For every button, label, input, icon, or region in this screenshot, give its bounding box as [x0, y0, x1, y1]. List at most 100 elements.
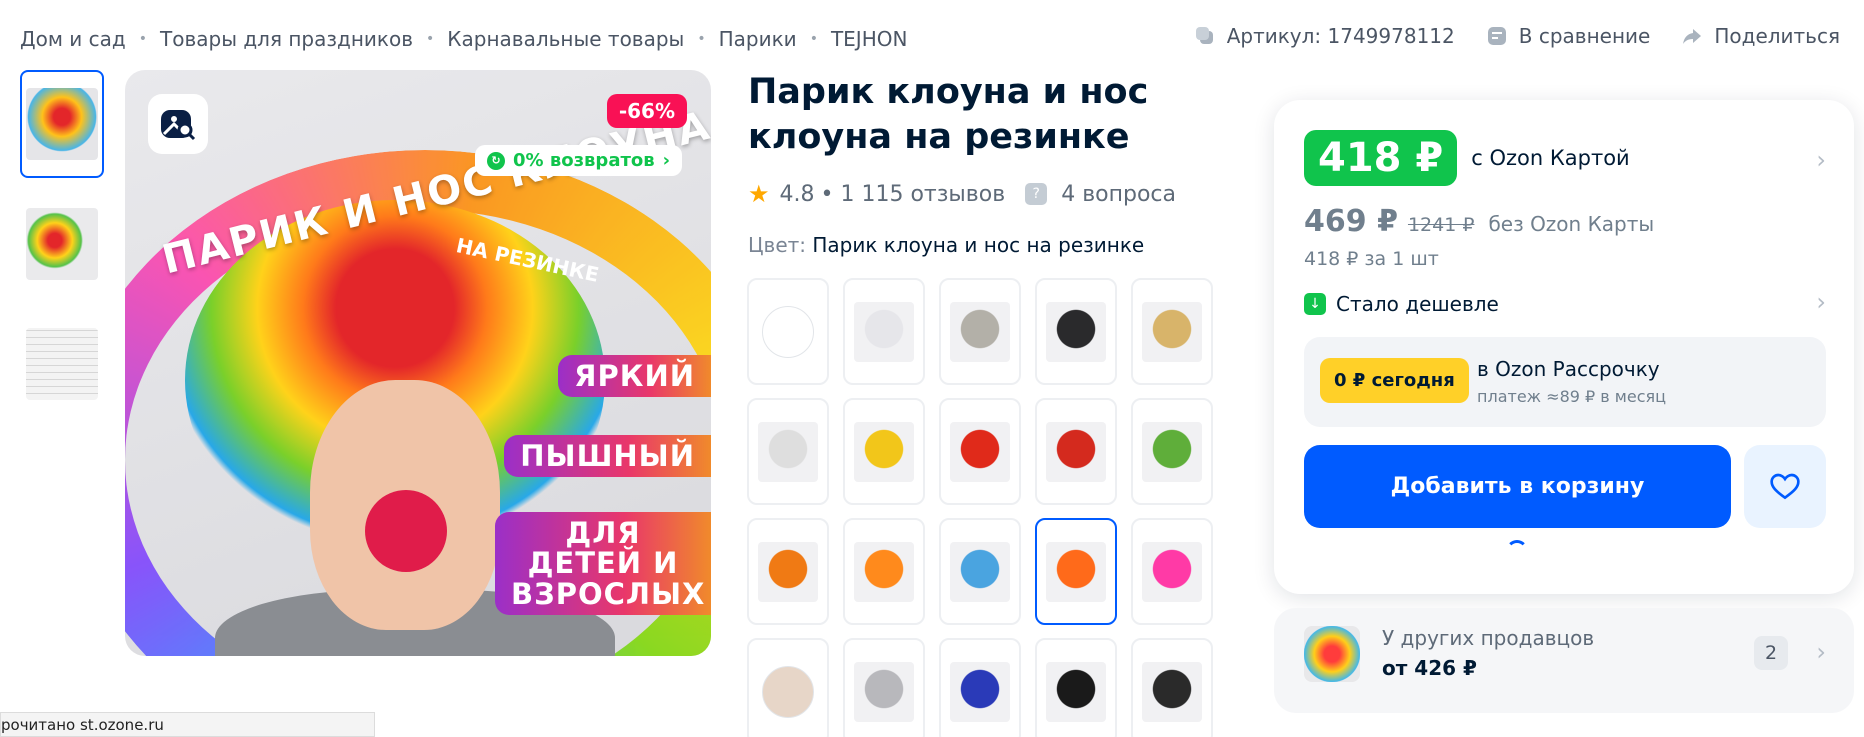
variant-image	[1046, 661, 1106, 722]
image-search-icon	[161, 110, 196, 141]
question-icon: ?	[1025, 183, 1048, 205]
returns-label: 0% возвратов	[513, 150, 655, 171]
price-without-card-row: 469 ₽ 1241 ₽ без Ozon Карты	[1304, 204, 1654, 239]
image-search-button[interactable]	[148, 94, 208, 154]
add-to-cart-button[interactable]: Добавить в корзину	[1304, 445, 1731, 528]
reviews-link[interactable]: • 1 115 отзывов	[821, 182, 1006, 207]
other-sellers[interactable]: У других продавцов от 426 ₽ 2 ›	[1274, 608, 1854, 713]
variant-color-circle	[762, 665, 814, 718]
main-product-image[interactable]: ПАРИК И НОС КЛОУНА НА РЕЗИНКЕ -66% ↻ 0% …	[125, 70, 711, 656]
compare-button[interactable]: В сравнение	[1485, 24, 1650, 48]
variant-swatch[interactable]	[1035, 398, 1117, 505]
questions-link[interactable]: 4 вопроса	[1061, 182, 1176, 207]
thumbnail-image	[26, 328, 98, 400]
variant-image	[950, 541, 1010, 602]
thumbnail-3[interactable]	[20, 310, 104, 418]
chevron-right-icon[interactable]: ›	[1816, 146, 1826, 174]
variant-swatch[interactable]	[747, 278, 829, 385]
installment-monthly: платеж ≈89 ₽ в месяц	[1477, 387, 1667, 406]
variant-swatch[interactable]	[843, 518, 925, 625]
variant-swatch[interactable]	[843, 398, 925, 505]
breadcrumb-separator: •	[697, 31, 706, 47]
price-drop-notice[interactable]: ↓ Стало дешевле	[1304, 292, 1499, 316]
clown-nose-graphic	[365, 490, 447, 572]
variant-swatch[interactable]	[843, 278, 925, 385]
variant-image	[758, 421, 818, 482]
variant-swatch[interactable]	[1131, 518, 1213, 625]
price-with-card: 418 ₽	[1304, 130, 1458, 186]
rating-row: ★ 4.8 • 1 115 отзывов ? 4 вопроса	[748, 180, 1176, 208]
installment-title: в Ozon Рассрочку	[1477, 357, 1660, 381]
price-with-card-label: с Ozon Картой	[1471, 146, 1630, 170]
variant-swatch[interactable]	[1035, 278, 1117, 385]
breadcrumb-item[interactable]: Товары для праздников	[160, 27, 413, 51]
discount-badge: -66%	[606, 94, 687, 128]
share-icon	[1683, 29, 1702, 44]
other-sellers-count: 2	[1754, 636, 1788, 670]
favorite-button[interactable]	[1744, 445, 1826, 528]
variant-swatch[interactable]	[939, 518, 1021, 625]
variant-grid	[747, 278, 1213, 737]
returns-badge[interactable]: ↻ 0% возвратов ›	[475, 145, 683, 176]
installment-offer[interactable]: 0 ₽ сегодня в Ozon Рассрочку платеж ≈89 …	[1304, 337, 1826, 427]
price-per-unit: 418 ₽ за 1 шт	[1304, 248, 1439, 270]
article-label: Артикул: 1749978112	[1226, 24, 1455, 48]
price-original: 1241 ₽	[1407, 214, 1475, 236]
chevron-right-icon[interactable]: ›	[1816, 288, 1826, 316]
thumbnail-image	[26, 88, 98, 160]
heart-icon	[1770, 473, 1800, 499]
variant-swatch[interactable]	[1131, 638, 1213, 737]
product-title: Парик клоуна и нос клоуна на резинке	[748, 72, 1149, 157]
variant-swatch[interactable]	[939, 398, 1021, 505]
breadcrumb-separator: •	[138, 31, 148, 47]
chevron-right-icon: ›	[1816, 638, 1826, 666]
chevron-right-icon: ›	[662, 150, 671, 171]
buy-panel: 418 ₽ с Ozon Картой › 469 ₽ 1241 ₽ без O…	[1274, 100, 1854, 594]
star-icon: ★	[748, 180, 770, 208]
ozon-card-price[interactable]: 418 ₽ с Ozon Картой	[1304, 130, 1630, 186]
thumbnail-1[interactable]	[20, 70, 104, 178]
breadcrumb-item[interactable]: Парики	[719, 27, 797, 51]
variant-image	[854, 541, 914, 602]
breadcrumb-item-brand[interactable]: TEJHON	[831, 27, 908, 51]
other-sellers-price: от 426 ₽	[1382, 656, 1477, 680]
variant-image	[1046, 301, 1106, 362]
other-sellers-thumbnail	[1304, 626, 1360, 682]
breadcrumb-separator: •	[426, 31, 435, 47]
breadcrumb-item[interactable]: Карнавальные товары	[447, 27, 684, 51]
other-sellers-label: У других продавцов	[1382, 626, 1595, 650]
variant-swatch[interactable]	[939, 638, 1021, 737]
variant-swatch[interactable]	[1131, 398, 1213, 505]
variant-swatch[interactable]	[747, 518, 829, 625]
color-selection: Цвет: Парик клоуна и нос на резинке	[748, 233, 1144, 257]
refresh-icon: ↻	[487, 151, 505, 170]
variant-image	[854, 301, 914, 362]
image-tag-fluffy: ПЫШНЫЙ	[504, 435, 711, 478]
loading-spinner	[1506, 540, 1528, 562]
price-drop-label: Стало дешевле	[1336, 292, 1499, 316]
variant-image	[854, 421, 914, 482]
image-tag-audience: ДЛЯ ДЕТЕЙ И ВЗРОСЛЫХ	[495, 512, 711, 616]
share-label: Поделиться	[1714, 24, 1840, 48]
variant-image	[1142, 421, 1202, 482]
variant-swatch[interactable]	[843, 638, 925, 737]
variant-image	[1142, 541, 1202, 602]
share-button[interactable]: Поделиться	[1680, 24, 1840, 48]
copy-icon	[1195, 27, 1213, 44]
thumbnail-2[interactable]	[20, 190, 104, 298]
image-tag-bright: ЯРКИЙ	[558, 355, 711, 398]
variant-swatch[interactable]	[939, 278, 1021, 385]
variant-swatch[interactable]	[1035, 518, 1117, 625]
variant-image	[1142, 661, 1202, 722]
variant-swatch[interactable]	[1131, 278, 1213, 385]
variant-swatch[interactable]	[747, 398, 829, 505]
variant-image	[950, 421, 1010, 482]
variant-image	[1046, 421, 1106, 482]
variant-image	[1142, 301, 1202, 362]
installment-today-pill: 0 ₽ сегодня	[1320, 358, 1469, 403]
variant-swatch[interactable]	[747, 638, 829, 737]
variant-image	[758, 541, 818, 602]
article-number[interactable]: Артикул: 1749978112	[1193, 24, 1455, 48]
variant-swatch[interactable]	[1035, 638, 1117, 737]
breadcrumb-item[interactable]: Дом и сад	[20, 27, 126, 51]
